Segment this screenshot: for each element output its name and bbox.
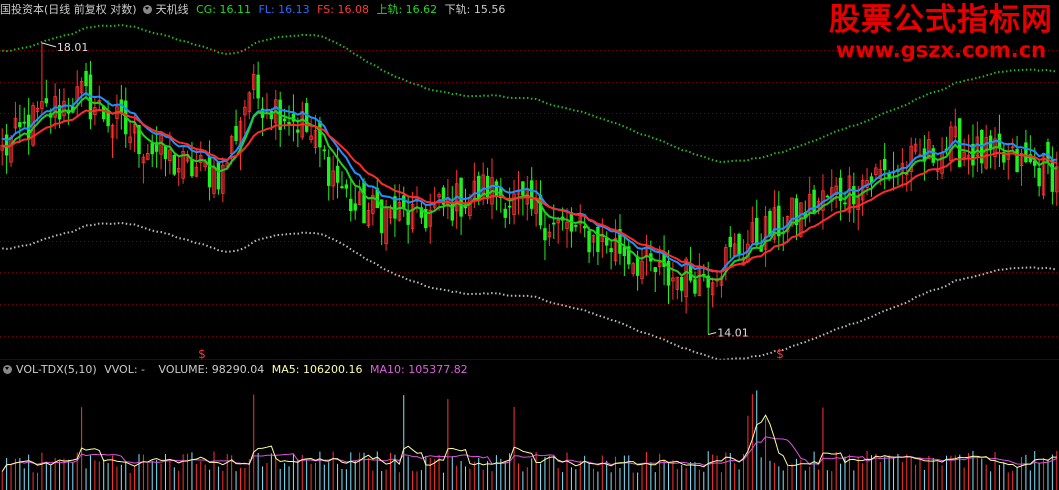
- candle-body: [362, 181, 366, 224]
- candle-body: [596, 226, 600, 252]
- candle-body: [1015, 148, 1019, 173]
- stock-chart[interactable]: 18.01 14.01 $ $ 国投资本(日线 前复权 对数) 天机线 CG: 1…: [0, 0, 1059, 490]
- candle-body: [318, 120, 322, 148]
- volume-value: VOLUME: 98290.04: [158, 363, 265, 376]
- volume-ma-lines: [1, 414, 1058, 472]
- candle-body: [609, 248, 613, 253]
- candle-body: [406, 211, 410, 225]
- candle-body: [521, 181, 525, 196]
- candle-body: [777, 205, 781, 237]
- candle-body: [477, 175, 481, 200]
- ma10-line: [1, 436, 1058, 472]
- candle-body: [843, 202, 847, 205]
- candle-body: [172, 154, 177, 175]
- candle-body: [768, 210, 772, 236]
- candle-body: [287, 122, 291, 125]
- candle-body: [755, 217, 759, 246]
- cg-value: CG: 16.11: [196, 3, 251, 16]
- candle-body: [335, 165, 340, 183]
- candle-body: [402, 195, 406, 209]
- candle-body: [635, 256, 640, 276]
- candle-body: [327, 157, 331, 186]
- candle-body: [1050, 160, 1055, 192]
- high-marker-label: 18.01: [57, 41, 88, 54]
- candle-body: [507, 205, 512, 208]
- candle-body: [543, 228, 547, 241]
- volume-indicator-name: VOL-TDX(5,10): [16, 363, 97, 376]
- volume-header: VOL-TDX(5,10) VVOL: - VOLUME: 98290.04 M…: [0, 362, 472, 378]
- price-header: 国投资本(日线 前复权 对数) 天机线 CG: 16.11 FL: 16.13 F…: [0, 2, 509, 18]
- candle-body: [1037, 168, 1041, 187]
- candle-body: [604, 237, 609, 246]
- ma5-line: [1, 414, 1057, 472]
- candle-body: [216, 161, 221, 190]
- price-candles: [0, 42, 1059, 335]
- candle-body: [163, 145, 168, 159]
- candle-body: [1024, 142, 1028, 163]
- candle-body: [737, 233, 741, 256]
- cg-line: [1, 91, 1057, 273]
- candle-body: [344, 184, 349, 189]
- candle-body: [150, 143, 154, 155]
- price-grid: [0, 50, 1059, 337]
- candle-body: [234, 125, 238, 141]
- ma10-value: MA10: 105377.82: [369, 363, 468, 376]
- fl-value: FL: 16.13: [258, 3, 310, 16]
- volume-panel[interactable]: [0, 360, 1059, 490]
- candle-body: [574, 224, 578, 227]
- vvol-value: VVOL: -: [104, 363, 146, 376]
- candle-body: [18, 122, 22, 128]
- candle-body: [622, 246, 627, 256]
- low-marker-label: 14.01: [717, 326, 749, 339]
- candle-body: [812, 189, 816, 214]
- candle-body: [84, 70, 88, 87]
- candle-body: [22, 121, 26, 124]
- instrument-title: 国投资本(日线 前复权 对数): [0, 3, 137, 16]
- candle-body: [582, 226, 587, 229]
- candle-body: [552, 222, 556, 225]
- candle-body: [587, 230, 591, 253]
- candle-body: [340, 186, 344, 189]
- candle-body: [728, 236, 732, 248]
- fs-value: FS: 16.08: [317, 3, 369, 16]
- lower-band-line: [2, 221, 1057, 360]
- lower-band-value: 下轨: 15.56: [444, 3, 506, 16]
- price-lines: [1, 91, 1057, 281]
- candle-body: [353, 203, 357, 211]
- candle-body: [825, 195, 830, 198]
- candle-body: [459, 177, 463, 217]
- candle-body: [256, 74, 260, 99]
- candle-body: [304, 103, 309, 132]
- indicator-name: 天机线: [155, 3, 189, 16]
- volume-bars: [1, 390, 1058, 490]
- fl-line: [1, 95, 1057, 281]
- upper-band-value: 上轨: 16.62: [376, 3, 438, 16]
- high-marker-line: [41, 42, 57, 48]
- candle-body: [494, 181, 499, 197]
- volume-menu-icon[interactable]: [3, 365, 12, 374]
- candle-body: [349, 198, 353, 212]
- candle-body: [931, 148, 935, 163]
- candle-body: [503, 208, 507, 218]
- candle-body: [190, 159, 194, 177]
- candle-body: [693, 279, 697, 294]
- price-bands: [2, 23, 1057, 360]
- candle-body: [529, 180, 534, 209]
- signal-glyph-1: $: [198, 347, 206, 360]
- watermark-title: 股票公式指标网: [829, 2, 1053, 38]
- candle-body: [882, 158, 887, 171]
- candle-body: [680, 276, 684, 291]
- candle-body: [322, 149, 327, 152]
- indicator-menu-icon[interactable]: [142, 5, 152, 14]
- candle-body: [296, 129, 300, 133]
- candle-body: [44, 98, 49, 104]
- watermark: 股票公式指标网 www.gszx.com.cn: [829, 2, 1053, 62]
- watermark-url: www.gszx.com.cn: [835, 38, 1047, 62]
- low-marker-line: [708, 331, 717, 335]
- candle-body: [653, 267, 657, 273]
- candle-body: [207, 157, 212, 188]
- ma5-value: MA5: 106200.16: [271, 363, 363, 376]
- signal-glyph-2: $: [776, 347, 784, 360]
- candle-body: [282, 118, 287, 122]
